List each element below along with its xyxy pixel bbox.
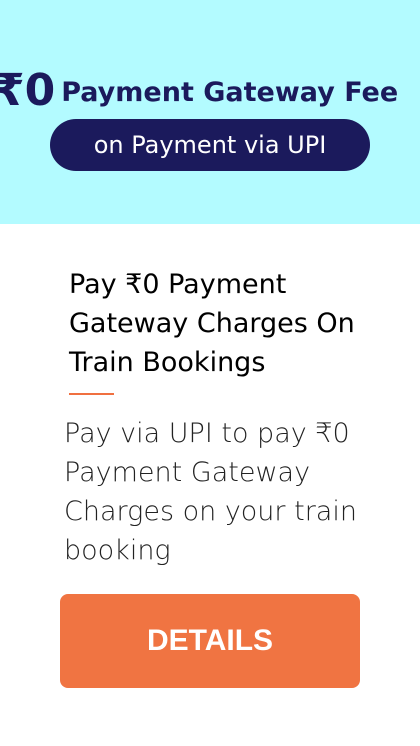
offer-description: Pay via UPI to pay ₹0 Payment Gateway Ch… bbox=[64, 418, 357, 566]
promo-banner: ₹0 Payment Gateway Fee on Payment via UPI bbox=[0, 0, 420, 224]
title-divider bbox=[69, 393, 114, 395]
banner-headline-text: Payment Gateway Fee bbox=[61, 77, 399, 108]
offer-title: Pay ₹0 Payment Gateway Charges On Train … bbox=[69, 269, 355, 378]
details-button[interactable]: DETAILS bbox=[60, 594, 360, 688]
banner-headline: ₹0 Payment Gateway Fee bbox=[0, 64, 420, 120]
banner-rupee-amount: ₹0 bbox=[0, 65, 56, 116]
banner-pill: on Payment via UPI bbox=[50, 119, 370, 171]
